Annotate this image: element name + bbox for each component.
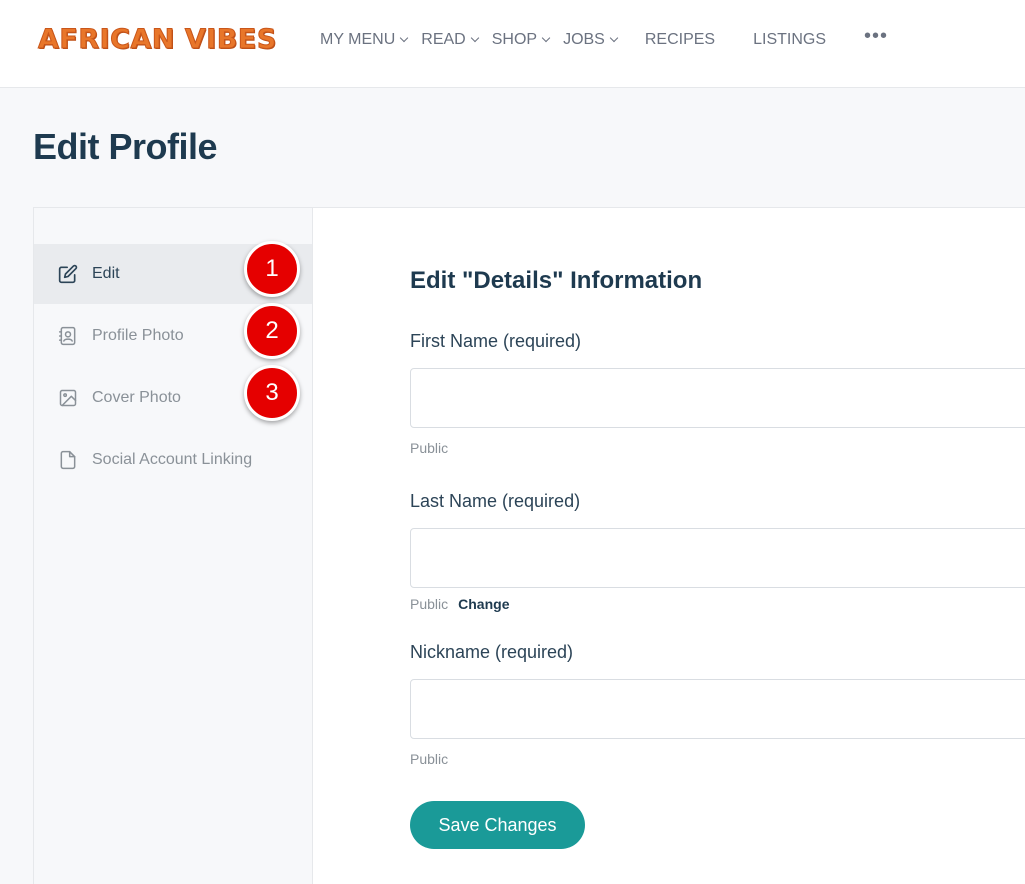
- last-name-field[interactable]: [410, 528, 1025, 588]
- sidebar-item-label: Edit: [92, 265, 120, 282]
- chevron-down-icon: [609, 33, 619, 43]
- nav-label: RECIPES: [644, 31, 716, 48]
- chevron-down-icon: [541, 33, 551, 43]
- document-icon: [58, 450, 78, 470]
- image-icon: [58, 388, 78, 408]
- sidebar-item-label: Cover Photo: [92, 389, 181, 406]
- step-badge: 1: [244, 241, 300, 297]
- nav-label: JOBS: [563, 31, 605, 48]
- site-header: AFRICAN VIBES MY MENU READ SHOP JOBS REC…: [0, 0, 1025, 88]
- section-title: Edit "Details" Information: [410, 267, 703, 294]
- sidebar-item-label: Social Account Linking: [92, 451, 253, 468]
- nav-item-read[interactable]: READ: [421, 31, 479, 49]
- nav-label: SHOP: [491, 31, 538, 48]
- sidebar-item-social-account-linking[interactable]: Social Account Linking: [34, 430, 312, 490]
- edit-icon: [58, 264, 78, 284]
- first-name-label: First Name (required): [410, 331, 582, 351]
- nickname-label: Nickname (required): [410, 642, 574, 662]
- nav-item-recipes[interactable]: RECIPES: [645, 31, 715, 49]
- sidebar-item-label: Profile Photo: [92, 327, 184, 344]
- site-logo[interactable]: AFRICAN VIBES: [38, 24, 277, 56]
- visibility-text: Public: [410, 596, 449, 612]
- nav-item-listings[interactable]: LISTINGS: [753, 31, 826, 49]
- nav-label: READ: [421, 31, 466, 48]
- nav-item-my-menu[interactable]: MY MENU: [320, 31, 409, 49]
- save-changes-button[interactable]: Save Changes: [410, 801, 585, 849]
- chevron-down-icon: [470, 33, 479, 43]
- nickname-visibility: Public: [410, 751, 448, 767]
- chevron-down-icon: [400, 33, 409, 43]
- more-menu-icon[interactable]: •••: [864, 25, 888, 48]
- visibility-text: Public: [410, 751, 449, 767]
- nav-label: LISTINGS: [753, 31, 827, 48]
- nav-item-jobs[interactable]: JOBS: [563, 31, 619, 49]
- first-name-visibility: Public: [410, 440, 448, 456]
- nav-item-shop[interactable]: SHOP: [491, 31, 551, 49]
- change-visibility-link[interactable]: Change: [458, 596, 509, 612]
- page-title: Edit Profile: [33, 126, 218, 167]
- step-badge: 2: [244, 303, 300, 359]
- nav-label: MY MENU: [320, 31, 396, 48]
- main-nav: MY MENU READ SHOP JOBS RECIPES LISTINGS …: [320, 25, 888, 49]
- visibility-text: Public: [410, 440, 449, 456]
- last-name-label: Last Name (required): [410, 491, 581, 511]
- first-name-field[interactable]: [410, 368, 1025, 428]
- step-badge: 3: [244, 365, 300, 421]
- contact-card-icon: [58, 326, 78, 346]
- last-name-visibility: Public Change: [410, 596, 509, 612]
- nickname-field[interactable]: [410, 679, 1025, 739]
